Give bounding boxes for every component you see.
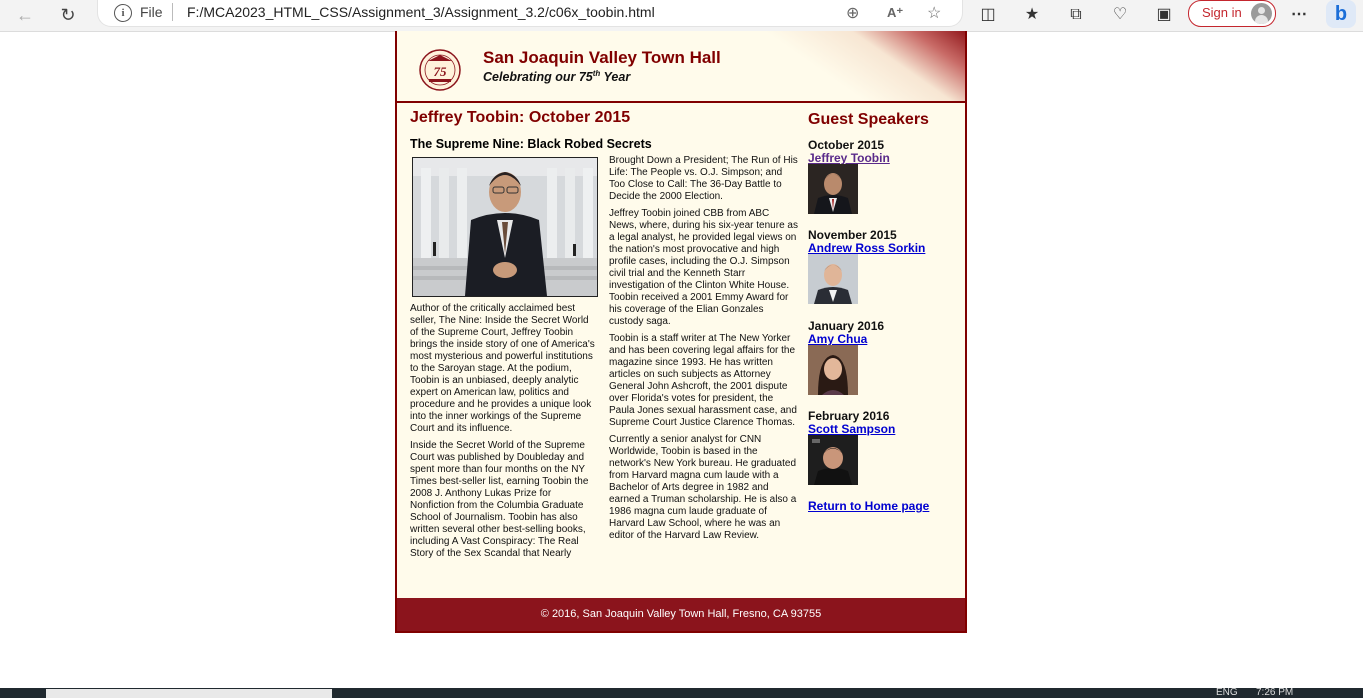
split-screen-icon[interactable]: ◫ [976,3,1000,27]
collections-icon[interactable]: ⧉ [1064,3,1088,27]
paragraph: Jeffrey Toobin joined CBB from ABC News,… [609,208,798,327]
town-hall-logo: 75 [419,49,461,91]
speaker-thumbnail[interactable] [808,254,858,304]
extensions-icon[interactable]: ▣ [1152,3,1176,27]
back-arrow-icon[interactable]: ← [13,3,37,27]
url-scheme: File [140,4,163,20]
taskbar-window-thumbnail[interactable] [46,689,332,698]
more-menu-icon[interactable]: ⋯ [1287,3,1311,27]
zoom-out-icon[interactable]: ⊕ [846,3,859,23]
speaker-thumbnail[interactable] [808,164,858,214]
speaker-item: November 2015 Andrew Ross Sorkin [808,229,958,304]
site-header: 75 San Joaquin Valley Town Hall Celebrat… [397,31,965,103]
speaker-item: February 2016 Scott Sampson [808,410,958,485]
article-column-1: Author of the critically acclaimed best … [410,303,598,565]
taskbar-clock[interactable]: 7:26 PM [1256,688,1293,698]
paragraph: Inside the Secret World of the Supreme C… [410,440,589,559]
tagline-number: 75 [578,70,593,85]
site-title: San Joaquin Valley Town Hall [483,48,721,67]
speaker-thumbnail[interactable] [808,435,858,485]
article-heading: Jeffrey Toobin: October 2015 [410,109,631,126]
profile-avatar-icon [1251,3,1272,24]
sidebar-heading: Guest Speakers [808,111,929,128]
site-tagline: Celebrating our 75th Year [483,69,630,84]
sign-in-button[interactable]: Sign in [1188,0,1276,27]
taskbar-language[interactable]: ENG [1216,688,1238,698]
site-info-icon[interactable]: i [114,4,132,22]
speaker-item: January 2016 Amy Chua [808,320,958,395]
paragraph: Brought Down a President; The Run of His… [609,155,798,202]
site-footer: © 2016, San Joaquin Valley Town Hall, Fr… [397,598,965,631]
url-text[interactable]: F:/MCA2023_HTML_CSS/Assignment_3/Assignm… [187,4,655,20]
return-home-link[interactable]: Return to Home page [808,499,929,513]
refresh-icon[interactable]: ↻ [56,3,80,27]
browser-essentials-icon[interactable]: ♡ [1108,3,1132,27]
logo-number: 75 [434,64,448,79]
browser-toolbar: ← ↻ i File F:/MCA2023_HTML_CSS/Assignmen… [0,0,1363,32]
article-column-2: Brought Down a President; The Run of His… [609,155,798,547]
paragraph: Currently a senior analyst for CNN World… [609,434,797,541]
article-subheading: The Supreme Nine: Black Robed Secrets [410,137,652,151]
paragraph: Toobin is a staff writer at The New York… [609,333,797,428]
read-aloud-icon[interactable]: A⁺ [887,5,903,21]
paragraph: Author of the critically acclaimed best … [410,303,595,434]
address-divider [172,3,173,21]
page-container: 75 San Joaquin Valley Town Hall Celebrat… [395,31,967,633]
favorite-star-icon[interactable]: ☆ [927,3,941,23]
speaker-item: October 2015 Jeffrey Toobin [808,139,958,214]
copilot-icon[interactable]: b [1326,0,1356,28]
sign-in-label: Sign in [1202,5,1242,20]
speaker-thumbnail[interactable] [808,345,858,395]
tagline-post: Year [600,70,631,85]
address-bar[interactable]: i File F:/MCA2023_HTML_CSS/Assignment_3/… [97,0,963,27]
os-taskbar: ENG 7:26 PM [0,688,1363,698]
favorites-icon[interactable]: ★ [1020,3,1044,27]
speaker-photo [412,157,598,297]
tagline-pre: Celebrating our [483,70,579,85]
